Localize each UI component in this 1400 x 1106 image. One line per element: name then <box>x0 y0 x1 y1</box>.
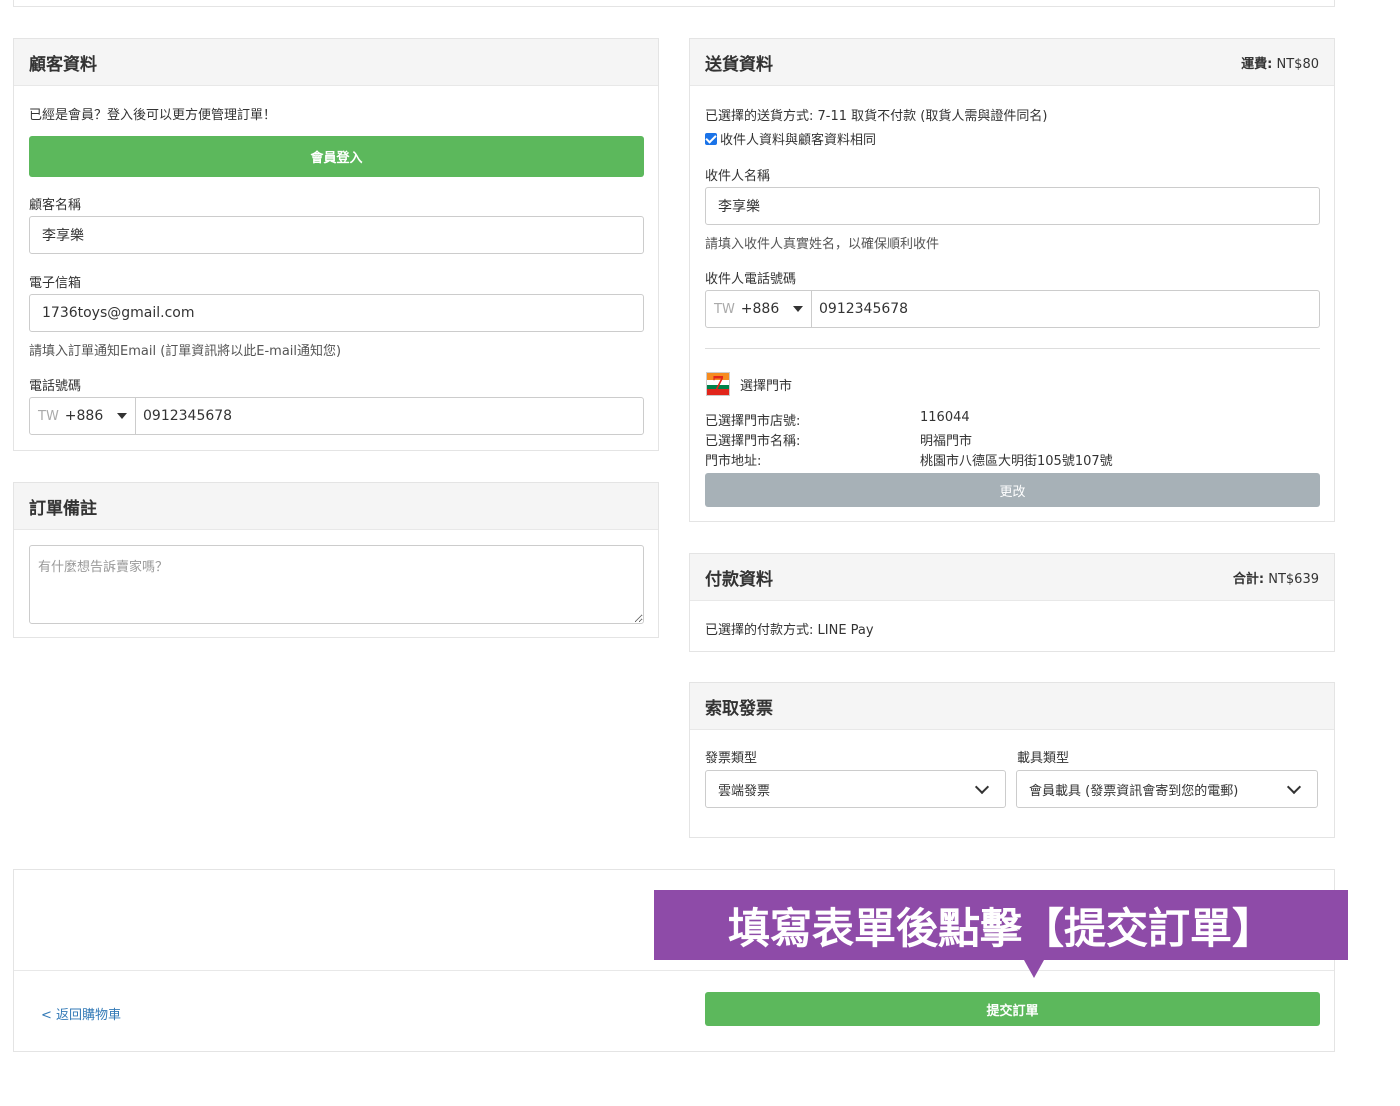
invoice-type-select[interactable]: 雲端發票 <box>705 770 1006 808</box>
change-store-button[interactable]: 更改 <box>705 473 1320 507</box>
delivery-method-text: 已選擇的送貨方式: 7-11 取貨不付款 (取貨人需與證件同名) <box>705 109 1048 124</box>
delivery-panel-title: 送貨資料 <box>705 54 773 75</box>
delivery-panel: 送貨資料 運費: NT$80 已選擇的送貨方式: 7-11 取貨不付款 (取貨人… <box>689 38 1335 522</box>
invoice-panel-title: 索取發票 <box>705 698 773 719</box>
member-login-button[interactable]: 會員登入 <box>29 136 644 177</box>
order-note-header: 訂單備註 <box>14 483 658 530</box>
order-note-textarea[interactable] <box>29 545 644 624</box>
banner-pointer <box>1024 960 1044 978</box>
phone-input[interactable]: TW +886 0912345678 <box>29 397 644 435</box>
caret-down-icon <box>793 306 804 312</box>
carrier-type-select[interactable]: 會員載具 (發票資訊會寄到您的電郵) <box>1016 770 1318 808</box>
carrier-type-label: 載具類型 <box>1017 751 1070 766</box>
seven-eleven-logo-icon: 7 <box>706 372 730 396</box>
dial-code: +886 <box>64 408 104 424</box>
store-address-label: 門市地址: <box>705 454 762 469</box>
divider <box>705 348 1320 349</box>
invoice-type-label: 發票類型 <box>705 751 758 766</box>
order-note-title: 訂單備註 <box>29 498 97 519</box>
recipient-name-help: 請填入收件人真實姓名，以確保順利收件 <box>705 237 940 252</box>
chevron-down-icon <box>974 779 990 794</box>
country-code: TW <box>38 408 59 424</box>
same-as-customer-label: 收件人資料與顧客資料相同 <box>720 133 877 148</box>
store-id-label: 已選擇門市店號: <box>705 414 801 429</box>
invoice-panel: 索取發票 發票類型 雲端發票 載具類型 會員載具 (發票資訊會寄到您的電郵) <box>689 682 1335 838</box>
carrier-type-value: 會員載具 (發票資訊會寄到您的電郵) <box>1029 783 1239 799</box>
store-address-value: 桃園市八德區大明街105號107號 <box>920 454 1113 469</box>
caret-down-icon <box>117 413 128 419</box>
shipping-fee: 運費: NT$80 <box>1241 56 1319 72</box>
payment-panel-title: 付款資料 <box>705 569 773 590</box>
customer-panel-header: 顧客資料 <box>14 39 658 86</box>
phone-label: 電話號碼 <box>29 379 82 394</box>
store-id-value: 116044 <box>920 410 970 425</box>
recipient-phone-number: 0912345678 <box>819 301 909 317</box>
select-store-link[interactable]: 選擇門市 <box>740 375 792 394</box>
recipient-name-input[interactable]: 李享樂 <box>705 187 1320 225</box>
customer-name-label: 顧客名稱 <box>29 198 82 213</box>
payment-panel-header: 付款資料 合計: NT$639 <box>690 554 1334 601</box>
email-label: 電子信箱 <box>29 276 82 291</box>
email-help-text: 請填入訂單通知Email (訂單資訊將以此E-mail通知您) <box>29 344 342 359</box>
store-name-value: 明福門市 <box>920 434 973 449</box>
phone-number: 0912345678 <box>143 408 233 424</box>
chevron-down-icon <box>1286 779 1302 794</box>
order-note-panel: 訂單備註 <box>13 482 659 638</box>
payment-method-text: 已選擇的付款方式: LINE Pay <box>705 623 874 638</box>
submit-order-button[interactable]: 提交訂單 <box>705 992 1320 1026</box>
recipient-phone-input[interactable]: TW +886 0912345678 <box>705 290 1320 328</box>
invoice-type-value: 雲端發票 <box>718 783 771 799</box>
order-total: 合計: NT$639 <box>1232 571 1319 587</box>
member-prompt: 已經是會員？登入後可以更方便管理訂單！ <box>29 108 277 123</box>
recipient-name-label: 收件人名稱 <box>705 169 771 184</box>
email-input[interactable]: 1736toys@gmail.com <box>29 294 644 332</box>
invoice-panel-header: 索取發票 <box>690 683 1334 730</box>
country-code-dropdown[interactable]: TW +886 <box>30 398 136 434</box>
top-panel-edge <box>13 0 1335 7</box>
back-to-cart-link[interactable]: < 返回購物車 <box>41 1004 121 1023</box>
recipient-country-code-dropdown[interactable]: TW +886 <box>706 291 812 327</box>
checkbox-checked-icon[interactable] <box>705 133 717 145</box>
footer-divider <box>14 970 1334 971</box>
store-name-label: 已選擇門市名稱: <box>705 434 801 449</box>
recipient-phone-label: 收件人電話號碼 <box>705 272 797 287</box>
recipient-country-code: TW <box>714 301 735 317</box>
same-as-customer-checkbox[interactable]: 收件人資料與顧客資料相同 <box>705 129 876 148</box>
customer-panel-title: 顧客資料 <box>29 54 97 75</box>
instruction-banner: 填寫表單後點擊【提交訂單】 <box>654 890 1348 960</box>
recipient-dial-code: +886 <box>740 301 780 317</box>
customer-name-input[interactable]: 李享樂 <box>29 216 644 254</box>
payment-panel: 付款資料 合計: NT$639 已選擇的付款方式: LINE Pay <box>689 553 1335 652</box>
delivery-panel-header: 送貨資料 運費: NT$80 <box>690 39 1334 86</box>
customer-panel: 顧客資料 已經是會員？登入後可以更方便管理訂單！ 會員登入 顧客名稱 李享樂 電… <box>13 38 659 451</box>
